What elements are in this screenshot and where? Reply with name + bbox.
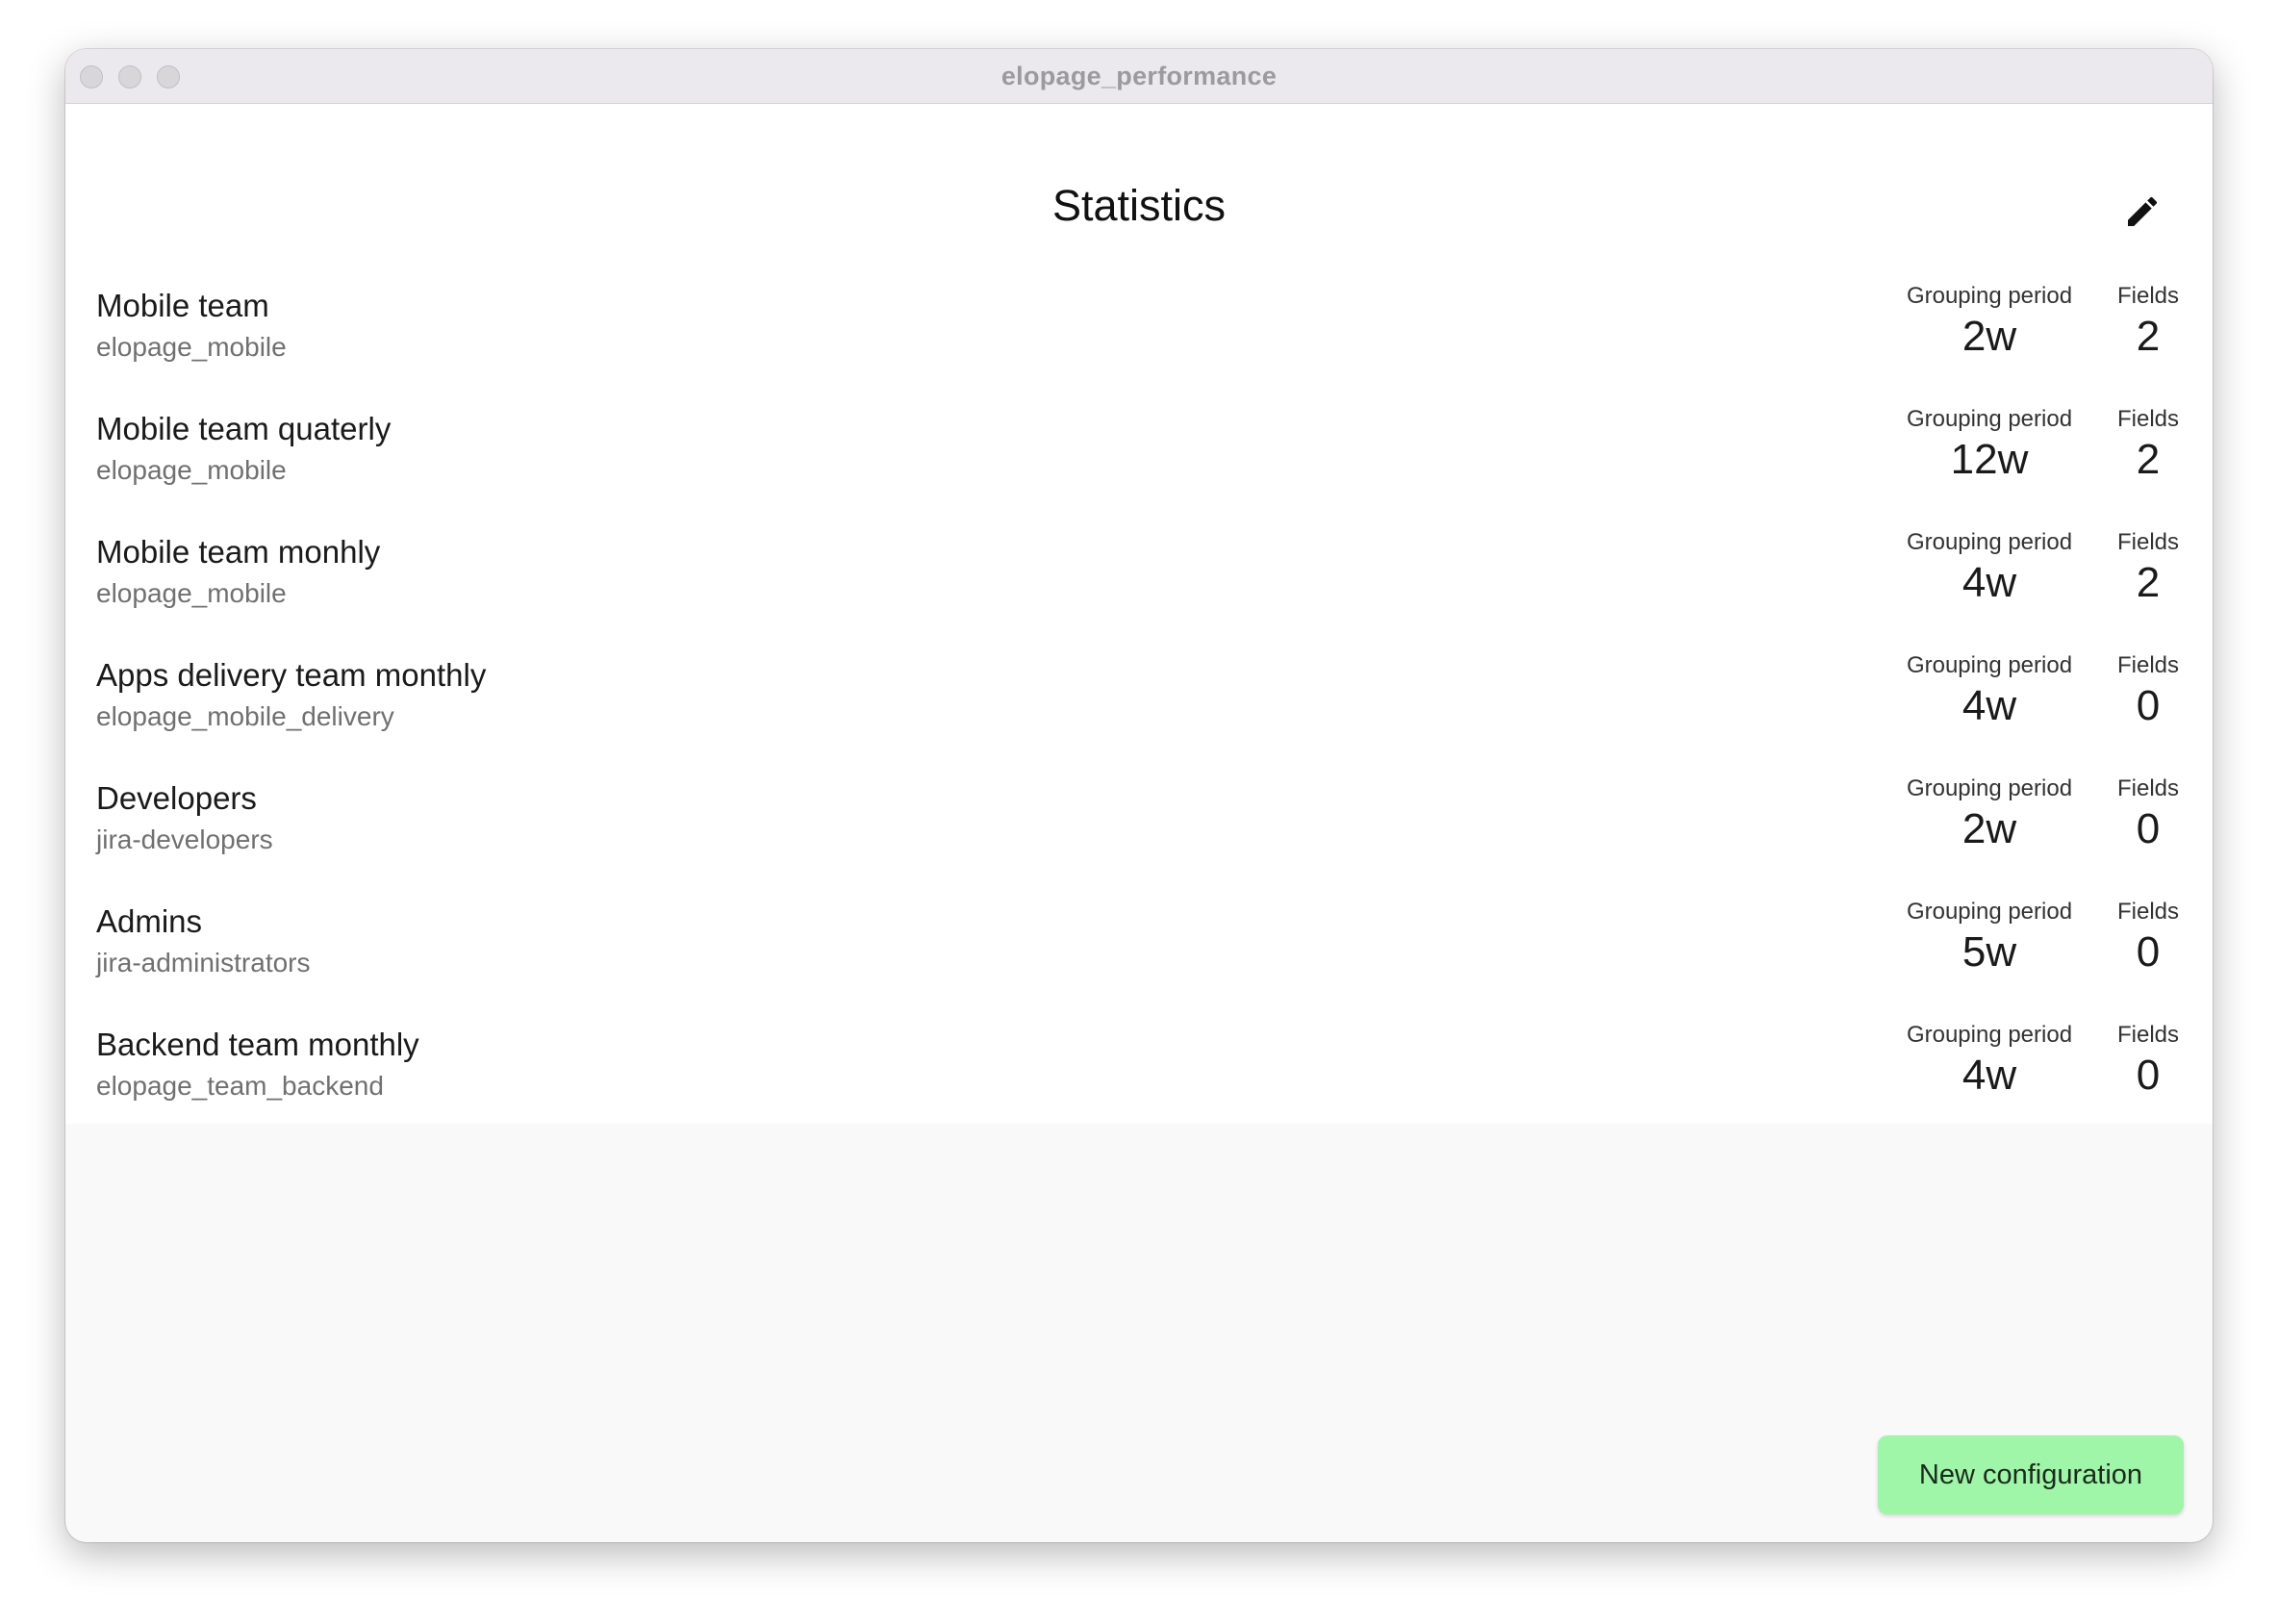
grouping-period-label: Grouping period xyxy=(1906,406,2073,432)
grouping-period-value: 12w xyxy=(1950,436,2029,483)
window-title: elopage_performance xyxy=(1000,62,1278,90)
fields-label: Fields xyxy=(2116,529,2180,555)
configuration-name: Apps delivery team monthly xyxy=(96,657,487,693)
statistics-panel: Statistics Mobile team elopage_mobile Gr… xyxy=(65,104,2213,1124)
fields-value: 2 xyxy=(2136,313,2161,360)
fields-value: 2 xyxy=(2136,559,2161,606)
configuration-name: Developers xyxy=(96,780,257,816)
fields-value: 2 xyxy=(2136,436,2161,483)
grouping-period-value: 4w xyxy=(1962,559,2017,606)
configuration-row[interactable]: Apps delivery team monthly elopage_mobil… xyxy=(65,633,2213,756)
fields-stat: Fields 0 xyxy=(2100,1021,2196,1102)
fields-label: Fields xyxy=(2116,652,2180,678)
configuration-group: elopage_mobile xyxy=(96,455,287,485)
fields-label: Fields xyxy=(2116,775,2180,801)
fields-value: 0 xyxy=(2136,682,2161,729)
configuration-group: elopage_team_backend xyxy=(96,1071,384,1101)
fields-value: 0 xyxy=(2136,1052,2161,1099)
grouping-period-value: 2w xyxy=(1962,805,2017,852)
page-title: Statistics xyxy=(1051,181,1227,230)
configuration-row[interactable]: Mobile team elopage_mobile Grouping peri… xyxy=(65,264,2213,387)
grouping-period-stat: Grouping period 2w xyxy=(1874,774,2105,855)
pencil-icon xyxy=(2128,196,2158,226)
new-configuration-button[interactable]: New configuration xyxy=(1878,1435,2184,1514)
grouping-period-stat: Grouping period 5w xyxy=(1874,898,2105,978)
grouping-period-value: 5w xyxy=(1962,928,2017,976)
configuration-name: Backend team monthly xyxy=(96,1027,419,1062)
fields-label: Fields xyxy=(2116,406,2180,432)
edit-button[interactable] xyxy=(2119,189,2165,235)
fields-label: Fields xyxy=(2116,899,2180,925)
grouping-period-value: 4w xyxy=(1962,682,2017,729)
fields-value: 0 xyxy=(2136,805,2161,852)
grouping-period-stat: Grouping period 4w xyxy=(1874,651,2105,732)
fields-stat: Fields 0 xyxy=(2100,651,2196,732)
grouping-period-label: Grouping period xyxy=(1906,652,2073,678)
configuration-group: elopage_mobile_delivery xyxy=(96,701,394,731)
configuration-group: jira-developers xyxy=(96,825,273,854)
fields-stat: Fields 2 xyxy=(2100,282,2196,363)
grouping-period-label: Grouping period xyxy=(1906,775,2073,801)
grouping-period-label: Grouping period xyxy=(1906,529,2073,555)
configuration-group: elopage_mobile xyxy=(96,332,287,362)
fields-stat: Fields 0 xyxy=(2100,898,2196,978)
app-window: elopage_performance Statistics Mobile te… xyxy=(65,49,2213,1542)
fields-value: 0 xyxy=(2136,928,2161,976)
grouping-period-stat: Grouping period 2w xyxy=(1874,282,2105,363)
configuration-row[interactable]: Mobile team quaterly elopage_mobile Grou… xyxy=(65,387,2213,510)
grouping-period-value: 4w xyxy=(1962,1052,2017,1099)
grouping-period-value: 2w xyxy=(1962,313,2017,360)
configuration-name: Admins xyxy=(96,903,203,939)
fields-label: Fields xyxy=(2116,1022,2180,1048)
configuration-row[interactable]: Developers jira-developers Grouping peri… xyxy=(65,756,2213,879)
grouping-period-label: Grouping period xyxy=(1906,283,2073,309)
configuration-row[interactable]: Backend team monthly elopage_team_backen… xyxy=(65,1002,2213,1126)
grouping-period-stat: Grouping period 4w xyxy=(1874,1021,2105,1102)
grouping-period-stat: Grouping period 12w xyxy=(1874,405,2105,486)
fields-stat: Fields 2 xyxy=(2100,405,2196,486)
configuration-group: elopage_mobile xyxy=(96,578,287,608)
grouping-period-label: Grouping period xyxy=(1906,899,2073,925)
configuration-row[interactable]: Mobile team monhly elopage_mobile Groupi… xyxy=(65,510,2213,633)
configuration-name: Mobile team quaterly xyxy=(96,411,392,446)
titlebar[interactable]: elopage_performance xyxy=(65,49,2213,104)
grouping-period-label: Grouping period xyxy=(1906,1022,2073,1048)
fields-stat: Fields 0 xyxy=(2100,774,2196,855)
configuration-group: jira-administrators xyxy=(96,948,311,977)
grouping-period-stat: Grouping period 4w xyxy=(1874,528,2105,609)
fields-label: Fields xyxy=(2116,283,2180,309)
configuration-name: Mobile team monhly xyxy=(96,534,381,570)
configuration-name: Mobile team xyxy=(96,288,269,323)
configuration-row[interactable]: Admins jira-administrators Grouping peri… xyxy=(65,879,2213,1002)
fields-stat: Fields 2 xyxy=(2100,528,2196,609)
